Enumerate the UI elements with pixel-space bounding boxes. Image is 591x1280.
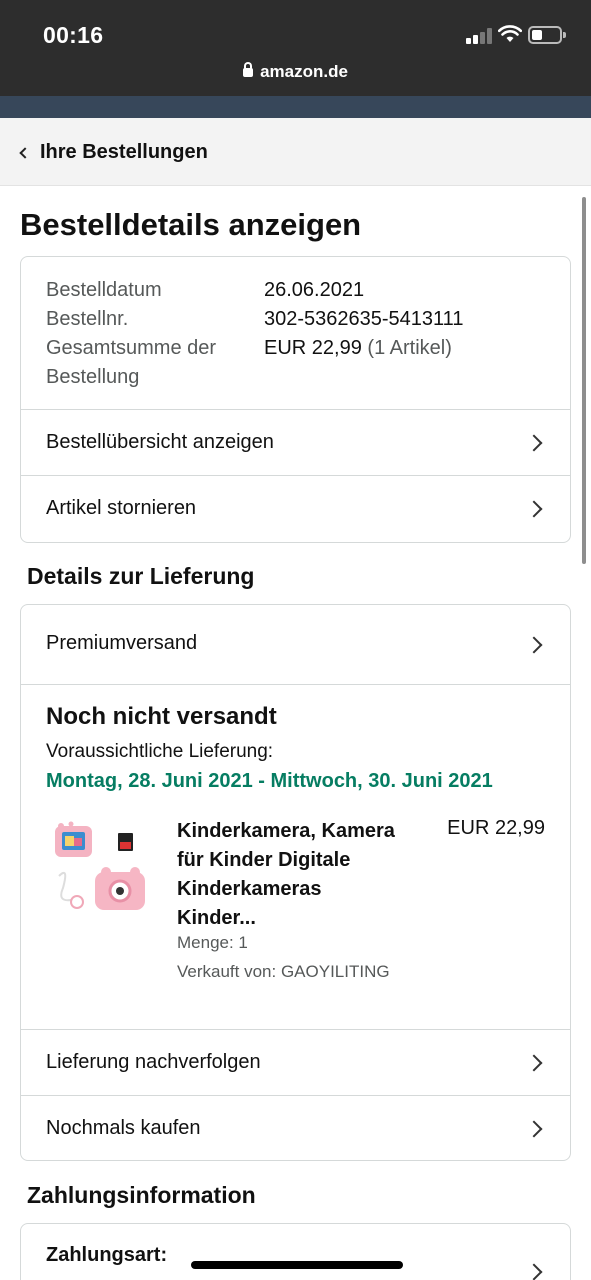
order-total-label-line2: Bestellung [46, 366, 140, 388]
order-date-label: Bestelldatum [46, 279, 162, 301]
clock: 00:16 [43, 22, 104, 48]
cancel-items-row[interactable]: Artikel stornieren [21, 475, 570, 542]
order-total-amount: EUR 22,99 [264, 337, 362, 359]
cellular-signal-icon [466, 28, 492, 44]
page-title: Bestelldetails anzeigen [20, 207, 362, 242]
chevron-right-icon [525, 1263, 543, 1280]
product-title-link[interactable]: Kinderkamera, Kamera für Kinder Digitale… [177, 817, 422, 933]
view-order-summary-row[interactable]: Bestellübersicht anzeigen [21, 409, 570, 475]
product-title-line: für Kinder Digitale [177, 849, 351, 871]
product-price: EUR 22,99 [447, 817, 545, 839]
order-info-card: Bestelldatum 26.06.2021 Bestellnr. 302-5… [20, 256, 571, 543]
product-title-line: Kinderkameras [177, 878, 322, 900]
lock-icon [243, 62, 254, 77]
product-title-line: Kinder... [177, 907, 256, 929]
eta-label: Voraussichtliche Lieferung: [46, 741, 274, 762]
chevron-right-icon [525, 636, 543, 654]
delivery-section-title: Details zur Lieferung [27, 563, 255, 589]
payment-section-title: Zahlungsinformation [27, 1182, 256, 1208]
browser-status-bar: 00:16 amazon.de [0, 0, 591, 96]
back-link[interactable]: Ihre Bestellungen [40, 141, 208, 164]
url-text: amazon.de [260, 62, 348, 81]
shipping-method-row[interactable]: Premiumversand [21, 605, 570, 684]
product-title-line: Kinderkamera, Kamera [177, 820, 395, 842]
order-number-label: Bestellnr. [46, 308, 129, 330]
order-total-label-line1: Gesamtsumme der [46, 337, 217, 359]
order-total-value: EUR 22,99 (1 Artikel) [264, 334, 452, 363]
delivery-card: Premiumversand Noch nicht versandt Vorau… [20, 604, 571, 1161]
chevron-right-icon [525, 1120, 543, 1138]
payment-method-card[interactable]: Zahlungsart: [20, 1223, 571, 1280]
chevron-right-icon [525, 500, 543, 518]
product-seller: Verkauft von: GAOYILITING [177, 962, 390, 981]
shipment-status: Noch nicht versandt [46, 703, 277, 730]
chevron-right-icon [525, 1054, 543, 1072]
buy-again-label: Nochmals kaufen [46, 1117, 201, 1139]
order-total-items: (1 Artikel) [367, 337, 452, 359]
view-order-summary-label: Bestellübersicht anzeigen [46, 431, 274, 453]
chevron-right-icon [525, 434, 543, 452]
buy-again-row[interactable]: Nochmals kaufen [21, 1095, 570, 1160]
shipping-method-label: Premiumversand [46, 632, 198, 654]
divider [21, 684, 570, 685]
wifi-icon [498, 25, 522, 42]
kids-camera-image[interactable] [51, 820, 151, 915]
order-number-value: 302-5362635-5413111 [264, 308, 464, 330]
product-quantity: Menge: 1 [177, 933, 248, 952]
address-bar[interactable]: amazon.de [0, 62, 591, 82]
battery-icon [528, 26, 566, 44]
order-date-value: 26.06.2021 [264, 279, 365, 301]
payment-method-label: Zahlungsart: [46, 1244, 168, 1266]
scrollbar[interactable] [582, 197, 586, 564]
amazon-header-strip [0, 96, 591, 118]
track-delivery-row[interactable]: Lieferung nachverfolgen [21, 1029, 570, 1095]
cancel-items-label: Artikel stornieren [46, 497, 197, 519]
eta-dates: Montag, 28. Juni 2021 - Mittwoch, 30. Ju… [46, 770, 493, 792]
track-delivery-label: Lieferung nachverfolgen [46, 1051, 261, 1073]
redaction-bar [191, 1261, 403, 1269]
